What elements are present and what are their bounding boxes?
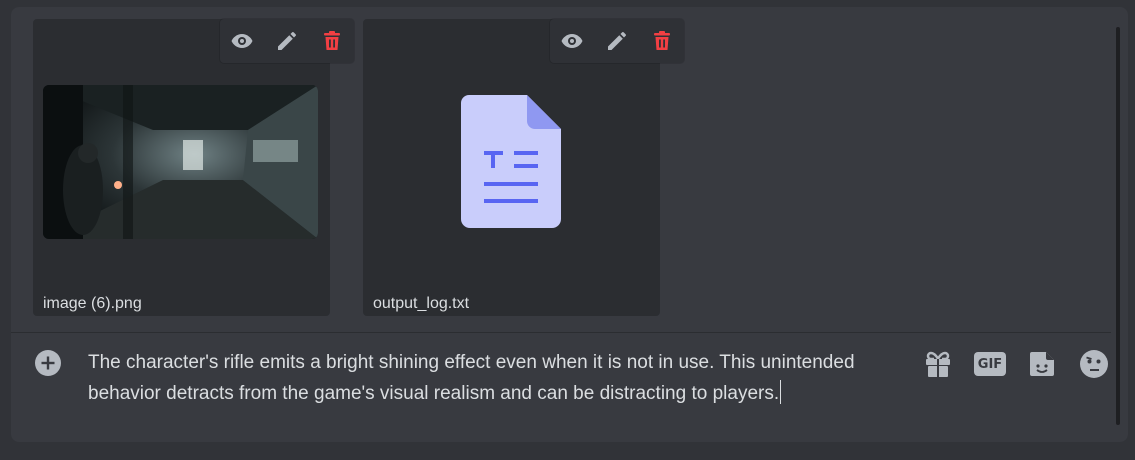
attachment-filename: output_log.txt	[373, 295, 470, 312]
gif-button[interactable]: GIF	[973, 347, 1007, 381]
emoji-icon	[1080, 350, 1108, 378]
eye-icon	[231, 34, 253, 48]
delete-attachment-button[interactable]	[317, 26, 347, 56]
trash-icon	[653, 31, 670, 50]
attachment-thumbnail[interactable]	[43, 85, 318, 239]
game-screenshot-thumbnail	[43, 85, 318, 239]
pencil-icon	[277, 32, 296, 50]
gift-icon	[926, 351, 950, 377]
plus-circle-icon	[35, 350, 61, 376]
attachment-filename: image (6).png	[43, 295, 142, 312]
view-attachment-button[interactable]	[557, 26, 587, 56]
gif-icon: GIF	[974, 352, 1006, 376]
eye-icon	[561, 34, 583, 48]
attachment-actions-image	[220, 19, 354, 63]
delete-attachment-button[interactable]	[647, 26, 677, 56]
attachment-image[interactable]: image (6).png	[33, 19, 330, 316]
sticker-button[interactable]	[1025, 347, 1059, 381]
message-text: The character's rifle emits a bright shi…	[88, 352, 855, 404]
attachments-divider	[11, 332, 1111, 333]
attachment-text-file[interactable]: output_log.txt	[363, 19, 660, 316]
sticker-icon	[1030, 352, 1054, 376]
pencil-icon	[607, 32, 626, 50]
trash-icon	[323, 31, 340, 50]
gif-label: GIF	[977, 356, 1003, 372]
attachment-list: image (6).png output_log.txt	[11, 7, 1111, 332]
edit-attachment-button[interactable]	[272, 26, 302, 56]
composer-scrollbar[interactable]	[1116, 27, 1120, 425]
emoji-button[interactable]	[1077, 347, 1111, 381]
view-attachment-button[interactable]	[227, 26, 257, 56]
upload-button[interactable]	[35, 350, 61, 376]
gift-button[interactable]	[921, 347, 955, 381]
attachment-actions-text	[550, 19, 684, 63]
message-input[interactable]: The character's rifle emits a bright shi…	[88, 347, 908, 409]
text-file-icon	[461, 95, 561, 228]
composer-action-icons: GIF	[921, 347, 1111, 381]
text-caret	[780, 380, 782, 404]
edit-attachment-button[interactable]	[602, 26, 632, 56]
message-composer: image (6).png output_log.txt The charact…	[11, 7, 1128, 442]
